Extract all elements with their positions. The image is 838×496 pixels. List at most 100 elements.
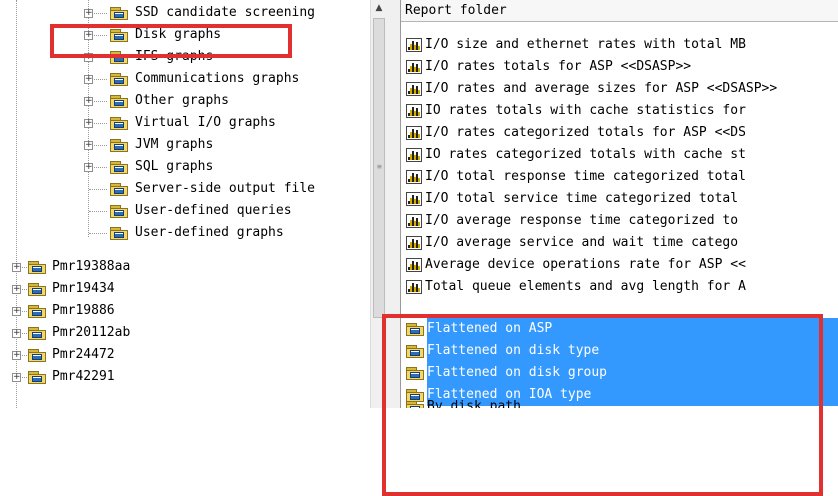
collection-label: Pmr19434 (52, 281, 115, 296)
tree-item-label: User-defined queries (135, 203, 292, 218)
report-item-label: I/O rates categorized totals for ASP <<D… (425, 125, 746, 140)
collection-label: Pmr19388aa (52, 259, 131, 274)
expand-toggle-icon[interactable]: + (12, 307, 21, 316)
report-item[interactable]: I/O size and ethernet rates with total M… (401, 34, 838, 56)
expand-toggle-icon[interactable]: + (12, 373, 21, 382)
report-item[interactable]: Average device operations rate for ASP <… (401, 254, 838, 276)
report-item-label: I/O total response time categorized tota… (425, 169, 746, 184)
tree-connector (89, 233, 107, 234)
expand-toggle-icon[interactable]: + (12, 285, 21, 294)
report-item-label: I/O size and ethernet rates with total M… (425, 37, 746, 52)
scroll-up-arrow[interactable]: ▲ (371, 0, 387, 16)
collection-folder-icon (28, 326, 46, 340)
collection-label: Pmr24472 (52, 347, 115, 362)
tree-item-label: Virtual I/O graphs (135, 115, 276, 130)
bar-chart-icon (406, 192, 422, 206)
report-item-label: I/O rates totals for ASP <<DSASP>> (425, 59, 692, 74)
graph-folder-icon (110, 226, 128, 240)
bar-chart-icon (406, 214, 422, 228)
expand-toggle-icon[interactable]: + (84, 163, 93, 172)
tree-item[interactable]: + SQL graphs (0, 156, 370, 178)
expand-toggle-icon[interactable]: + (84, 75, 93, 84)
report-item[interactable]: Total queue elements and avg length for … (401, 276, 838, 298)
collection-item[interactable]: + Pmr19886 (0, 300, 370, 322)
expand-toggle-icon[interactable]: + (84, 141, 93, 150)
report-item-label: IO rates categorized totals with cache s… (425, 147, 746, 162)
tree-item-label: Server-side output file (135, 181, 316, 196)
collection-label: Pmr19886 (52, 303, 115, 318)
navigation-tree: + SSD candidate screening + Disk graphs + IFS… (0, 0, 370, 408)
collection-item[interactable]: + Pmr20112ab (0, 322, 370, 344)
collection-item[interactable]: + Pmr24472 (0, 344, 370, 366)
graph-folder-icon (110, 94, 128, 108)
collection-folder-icon (28, 260, 46, 274)
report-item[interactable]: I/O rates and average sizes for ASP <<DS… (401, 78, 838, 100)
bar-chart-icon (406, 280, 422, 294)
bar-chart-icon (406, 258, 422, 272)
collection-item[interactable]: + Pmr19434 (0, 278, 370, 300)
tree-item-label: Other graphs (135, 93, 229, 108)
graph-folder-icon (110, 72, 128, 86)
graph-folder-icon (110, 182, 128, 196)
tree-item-label: SSD candidate screening (135, 5, 316, 20)
tree-item[interactable]: + SSD candidate screening (0, 2, 370, 24)
tree-item-label: User-defined graphs (135, 225, 284, 240)
scroll-thumb[interactable]: ≡ (373, 18, 385, 318)
report-item[interactable]: IO rates categorized totals with cache s… (401, 144, 838, 166)
tree-item[interactable]: + Other graphs (0, 90, 370, 112)
bar-chart-icon (406, 148, 422, 162)
collection-item[interactable]: + Pmr42291 (0, 366, 370, 388)
tree-item[interactable]: + Virtual I/O graphs (0, 112, 370, 134)
graph-folder-icon (110, 204, 128, 218)
tree-item[interactable]: + Communications graphs (0, 68, 370, 90)
collection-folder-icon (28, 370, 46, 384)
graph-folder-icon (110, 6, 128, 20)
report-item[interactable]: I/O rates categorized totals for ASP <<D… (401, 122, 838, 144)
expand-toggle-icon[interactable]: + (12, 263, 21, 272)
bar-chart-icon (406, 104, 422, 118)
bar-chart-icon (406, 126, 422, 140)
tree-item-label: SQL graphs (135, 159, 214, 174)
tree-item[interactable]: Server-side output file (0, 178, 370, 200)
report-item[interactable]: I/O average service and wait time catego (401, 232, 838, 254)
bar-chart-icon (406, 60, 422, 74)
highlight-disk-graphs (50, 24, 292, 58)
report-item[interactable]: I/O total service time categorized total (401, 188, 838, 210)
tree-item[interactable]: + JVM graphs (0, 134, 370, 156)
expand-toggle-icon[interactable]: + (12, 351, 21, 360)
tree-connector (89, 211, 107, 212)
tree-item[interactable]: User-defined queries (0, 200, 370, 222)
tree-item[interactable]: User-defined graphs (0, 222, 370, 244)
expand-toggle-icon[interactable]: + (84, 119, 93, 128)
scroll-grip-icon: ≡ (377, 162, 382, 171)
graph-folder-icon (110, 138, 128, 152)
collection-label: Pmr20112ab (52, 325, 131, 340)
report-item[interactable]: I/O rates totals for ASP <<DSASP>> (401, 56, 838, 78)
collection-label: Pmr42291 (52, 369, 115, 384)
report-folder-header[interactable]: Report folder (401, 0, 838, 22)
bar-chart-icon (406, 236, 422, 250)
collection-item[interactable]: + Pmr19388aa (0, 256, 370, 278)
report-item-label: Total queue elements and avg length for … (425, 279, 746, 294)
expand-toggle-icon[interactable]: + (12, 329, 21, 338)
report-item-label: I/O rates and average sizes for ASP <<DS… (425, 81, 778, 96)
tree-connector (89, 189, 107, 190)
report-item[interactable]: I/O total response time categorized tota… (401, 166, 838, 188)
report-item-label: I/O average service and wait time catego (425, 235, 739, 250)
bar-chart-icon (406, 170, 422, 184)
expand-toggle-icon[interactable]: + (84, 9, 93, 18)
collection-folder-icon (28, 304, 46, 318)
report-item[interactable]: IO rates totals with cache statistics fo… (401, 100, 838, 122)
report-item-label: Average device operations rate for ASP <… (425, 257, 746, 272)
expand-toggle-icon[interactable]: + (84, 97, 93, 106)
report-item-label: I/O total service time categorized total (425, 191, 739, 206)
tree-item-label: JVM graphs (135, 137, 214, 152)
bar-chart-icon (406, 82, 422, 96)
report-item[interactable]: I/O average response time categorized to (401, 210, 838, 232)
graph-folder-icon (110, 116, 128, 130)
collection-folder-icon (28, 348, 46, 362)
bar-chart-icon (406, 38, 422, 52)
report-item-label: I/O average response time categorized to (425, 213, 739, 228)
collection-folder-icon (28, 282, 46, 296)
tree-item-label: Communications graphs (135, 71, 300, 86)
